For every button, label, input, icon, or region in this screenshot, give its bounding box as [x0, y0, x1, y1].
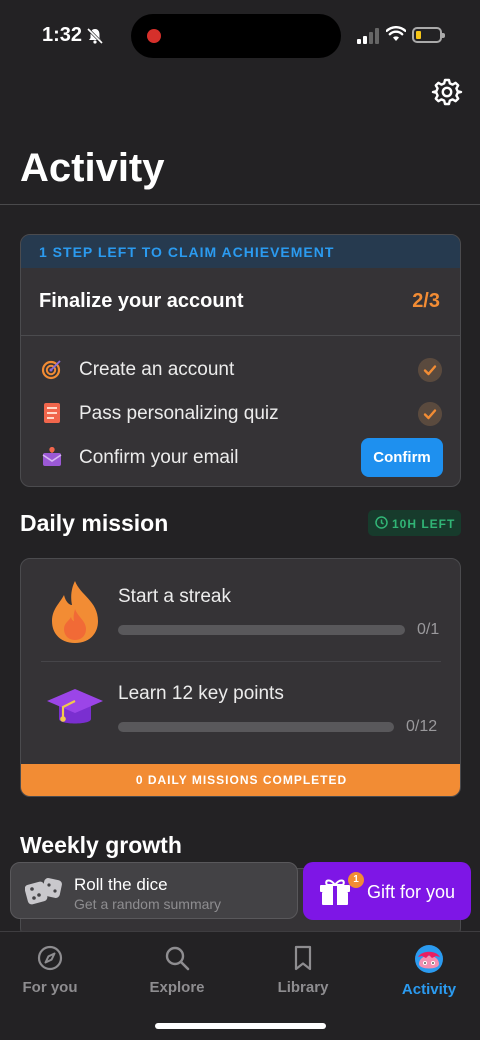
bell-slash-icon [86, 27, 104, 45]
daily-mission-title: Daily mission [20, 510, 169, 536]
flame-icon [52, 581, 98, 643]
gift-for-you-button[interactable]: 1 Gift for you [303, 862, 471, 920]
tab-library[interactable]: Library [253, 944, 353, 1004]
task-pass-quiz: Pass personalizing quiz [21, 393, 460, 433]
search-icon [165, 946, 190, 971]
avatar-icon [415, 945, 443, 973]
tab-label: For you [22, 979, 78, 996]
wifi-icon [386, 26, 406, 41]
mission-count: 0/12 [406, 718, 438, 735]
status-bar: 1:32 [0, 0, 480, 72]
clock-icon [375, 516, 388, 529]
confirm-email-button[interactable]: Confirm [361, 438, 443, 477]
mission-count: 0/1 [417, 621, 440, 638]
time-left-badge: 10H LEFT [368, 510, 461, 536]
tab-for-you[interactable]: For you [0, 944, 100, 1004]
roll-dice-button[interactable]: Roll the dice Get a random summary [10, 862, 298, 919]
daily-mission-card: Start a streak 0/1 Learn 12 key points 0… [20, 558, 461, 797]
task-confirm-email: Confirm your email Confirm [21, 437, 460, 477]
tab-explore[interactable]: Explore [127, 944, 227, 1004]
time-left-text: 10H LEFT [392, 517, 456, 531]
achievement-header: Finalize your account 2/3 [21, 268, 460, 336]
gift-label: Gift for you [367, 882, 456, 902]
status-time: 1:32 [42, 24, 83, 46]
mission-label: Learn 12 key points [118, 683, 284, 704]
quiz-icon [44, 403, 60, 423]
achievement-banner: 1 STEP LEFT TO CLAIM ACHIEVEMENT [21, 235, 460, 268]
task-label: Pass personalizing quiz [79, 403, 279, 424]
dice-subtitle: Get a random summary [74, 896, 222, 912]
mission-start-streak[interactable]: Start a streak 0/1 [21, 559, 460, 659]
page-title: Activity [20, 146, 165, 190]
dice-title: Roll the dice [74, 875, 168, 894]
mission-progress-bar [118, 722, 394, 732]
achievement-progress: 2/3 [412, 290, 440, 312]
gear-icon[interactable] [431, 76, 463, 108]
battery-icon [412, 27, 445, 43]
tab-activity[interactable]: Activity [379, 944, 479, 1004]
tab-label: Activity [401, 981, 457, 998]
home-indicator [155, 1023, 326, 1029]
checkmark-icon [418, 402, 442, 426]
mission-progress-bar [118, 625, 405, 635]
recording-dot-icon [147, 29, 161, 43]
compass-icon [37, 945, 63, 971]
task-label: Create an account [79, 359, 235, 380]
checkmark-icon [418, 358, 442, 382]
target-icon [41, 360, 61, 380]
signal-icon [357, 28, 379, 44]
weekly-growth-title: Weekly growth [20, 832, 182, 858]
tab-label: Explore [149, 979, 205, 996]
dynamic-island [131, 14, 341, 58]
dice-icon [25, 878, 62, 905]
achievement-card: 1 STEP LEFT TO CLAIM ACHIEVEMENT Finaliz… [20, 234, 461, 487]
mission-learn-key-points[interactable]: Learn 12 key points 0/12 [21, 663, 460, 763]
divider [0, 204, 480, 205]
achievement-title: Finalize your account [39, 290, 244, 312]
task-label: Confirm your email [79, 447, 239, 468]
graduation-cap-icon [47, 689, 103, 724]
notification-badge: 1 [348, 872, 364, 888]
gift-icon [320, 879, 350, 905]
tab-label: Library [277, 979, 329, 996]
missions-completed-banner: 0 DAILY MISSIONS COMPLETED [21, 764, 460, 796]
task-create-account: Create an account [21, 349, 460, 389]
envelope-icon [42, 447, 62, 466]
bookmark-icon [294, 945, 312, 971]
mission-label: Start a streak [118, 586, 231, 607]
divider [41, 661, 441, 662]
